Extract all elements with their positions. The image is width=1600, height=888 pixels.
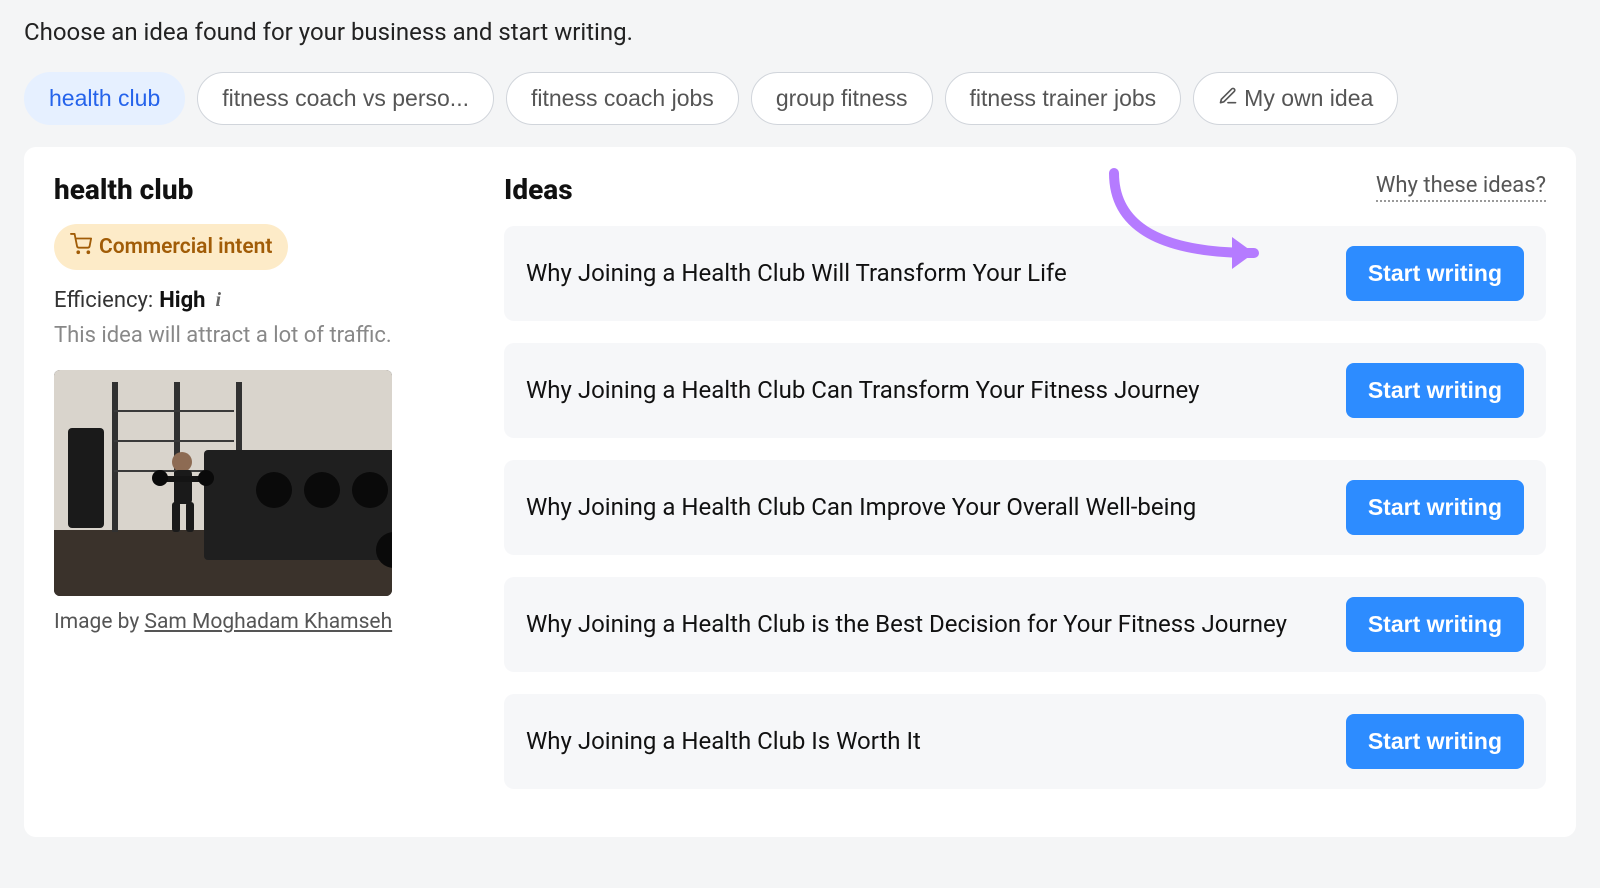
idea-title: Why Joining a Health Club Can Transform … (526, 372, 1322, 409)
intent-badge-label: Commercial intent (99, 235, 272, 259)
image-credit-prefix: Image by (54, 610, 145, 634)
idea-title: Why Joining a Health Club Will Transform… (526, 255, 1322, 292)
chip-fitness-trainer-jobs[interactable]: fitness trainer jobs (945, 72, 1182, 125)
idea-item: Why Joining a Health Club Is Worth It St… (504, 694, 1546, 789)
idea-title: Why Joining a Health Club Can Improve Yo… (526, 489, 1322, 526)
why-these-ideas-link[interactable]: Why these ideas? (1376, 173, 1546, 202)
ideas-heading: Ideas (504, 173, 573, 206)
idea-item: Why Joining a Health Club Can Improve Yo… (504, 460, 1546, 555)
efficiency-row: Efficiency: High i (54, 288, 464, 313)
pen-icon (1218, 85, 1238, 112)
start-writing-button[interactable]: Start writing (1346, 714, 1524, 769)
idea-item: Why Joining a Health Club Can Transform … (504, 343, 1546, 438)
topic-description: This idea will attract a lot of traffic. (54, 323, 464, 348)
topic-panel: health club Commercial intent Efficiency… (54, 173, 464, 811)
idea-item: Why Joining a Health Club Will Transform… (504, 226, 1546, 321)
topic-thumbnail (54, 370, 392, 596)
efficiency-label: Efficiency: (54, 288, 153, 313)
start-writing-button[interactable]: Start writing (1346, 246, 1524, 301)
info-icon[interactable]: i (215, 289, 221, 312)
main-card: health club Commercial intent Efficiency… (24, 147, 1576, 837)
chip-health-club[interactable]: health club (24, 72, 185, 125)
ideas-header: Ideas Why these ideas? (504, 173, 1546, 206)
idea-title: Why Joining a Health Club is the Best De… (526, 606, 1322, 643)
idea-item: Why Joining a Health Club is the Best De… (504, 577, 1546, 672)
start-writing-button[interactable]: Start writing (1346, 597, 1524, 652)
image-credit: Image by Sam Moghadam Khamseh (54, 610, 464, 634)
intent-badge: Commercial intent (54, 224, 288, 270)
start-writing-button[interactable]: Start writing (1346, 363, 1524, 418)
topic-chips-row: health club fitness coach vs perso... fi… (0, 56, 1600, 147)
topic-title: health club (54, 173, 464, 206)
page-subtitle: Choose an idea found for your business a… (0, 0, 1600, 56)
idea-title: Why Joining a Health Club Is Worth It (526, 723, 1322, 760)
chip-my-own-idea[interactable]: My own idea (1193, 72, 1398, 125)
image-credit-author[interactable]: Sam Moghadam Khamseh (145, 610, 393, 634)
chip-my-own-idea-label: My own idea (1244, 85, 1373, 111)
chip-fitness-coach-jobs[interactable]: fitness coach jobs (506, 72, 739, 125)
chip-fitness-coach-vs[interactable]: fitness coach vs perso... (197, 72, 494, 125)
cart-icon (70, 233, 92, 261)
efficiency-value: High (159, 288, 205, 313)
start-writing-button[interactable]: Start writing (1346, 480, 1524, 535)
chip-group-fitness[interactable]: group fitness (751, 72, 933, 125)
ideas-panel: Ideas Why these ideas? Why Joining a Hea… (504, 173, 1546, 811)
